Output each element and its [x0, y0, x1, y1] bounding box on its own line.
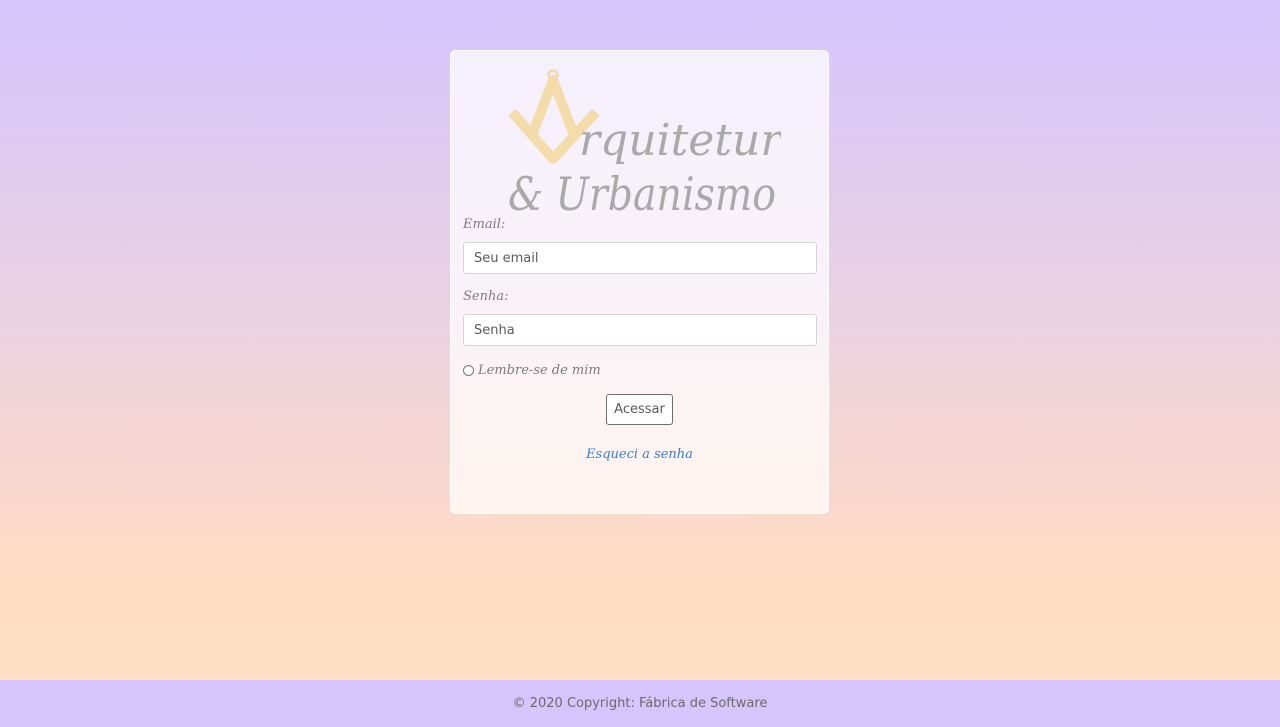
remember-me-label: Lembre-se de mim	[478, 363, 601, 378]
remember-me-radio[interactable]	[463, 365, 474, 376]
password-label: Senha:	[463, 289, 509, 304]
email-input[interactable]	[463, 242, 817, 274]
login-card: rquitetura & Urbanismo Email: Senha: Lem…	[450, 50, 829, 514]
forgot-password-link[interactable]: Esqueci a senha	[451, 447, 828, 462]
footer-copyright: © 2020 Copyright: Fábrica de Software	[512, 696, 768, 711]
password-input[interactable]	[463, 314, 817, 346]
email-label: Email:	[463, 217, 506, 232]
logo-line-1: rquitetura	[579, 115, 781, 166]
submit-button[interactable]: Acessar	[606, 394, 673, 425]
remember-me: Lembre-se de mim	[463, 363, 601, 378]
footer: © 2020 Copyright: Fábrica de Software	[0, 680, 1280, 727]
logo: rquitetura & Urbanismo	[506, 67, 781, 215]
logo-line-2: & Urbanismo	[508, 167, 776, 215]
